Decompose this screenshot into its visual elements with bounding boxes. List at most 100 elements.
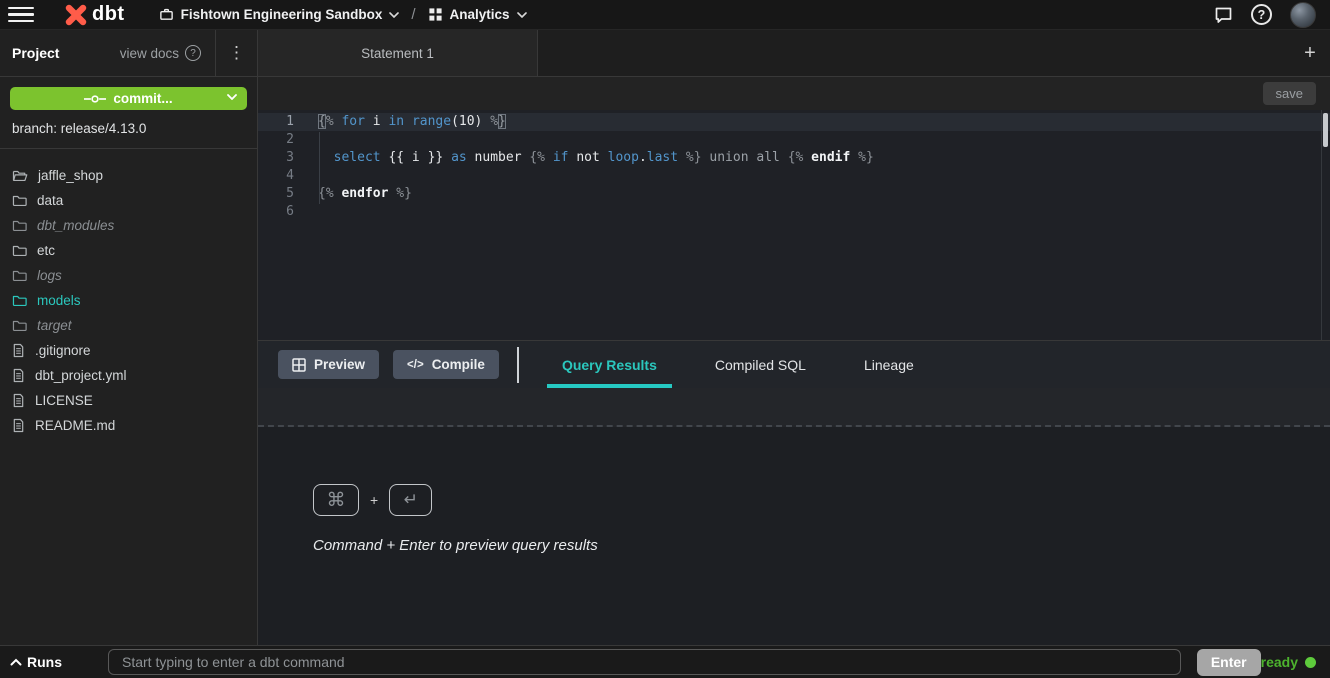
tree-item-.gitignore[interactable]: .gitignore bbox=[0, 338, 257, 363]
code-lines: 1{% for i in range(10) %}23 select {{ i … bbox=[258, 113, 1330, 221]
chevron-down-icon bbox=[517, 12, 527, 18]
results-tabs: Query Results Compiled SQL Lineage bbox=[533, 341, 943, 388]
results-toolbar: Preview </> Compile Query Results Compil… bbox=[258, 340, 1330, 388]
tab-query-results[interactable]: Query Results bbox=[533, 341, 686, 388]
save-button[interactable]: save bbox=[1263, 82, 1316, 105]
code-line-3[interactable]: 3 select {{ i }} as number {% if not loo… bbox=[258, 149, 1330, 167]
folder-icon bbox=[12, 269, 27, 282]
editor-column: Statement 1 + save 1{% for i in range(10… bbox=[258, 30, 1330, 645]
tree-item-label: jaffle_shop bbox=[38, 168, 103, 183]
line-number: 1 bbox=[258, 113, 294, 131]
help-button[interactable]: ? bbox=[1251, 4, 1272, 25]
enter-key-icon: ↵ bbox=[389, 484, 432, 516]
chat-button[interactable] bbox=[1214, 6, 1233, 24]
code-editor[interactable]: 1{% for i in range(10) %}23 select {{ i … bbox=[258, 110, 1330, 340]
help-circle-icon: ? bbox=[185, 45, 201, 61]
avatar bbox=[1290, 2, 1316, 28]
dbt-logo-text: dbt bbox=[92, 3, 125, 26]
grid-icon bbox=[428, 7, 443, 22]
enter-button[interactable]: Enter bbox=[1197, 649, 1261, 676]
code-line-6[interactable]: 6 bbox=[258, 203, 1330, 221]
dbt-cloud-ide: dbt Fishtown Engineering Sandbox / bbox=[0, 0, 1330, 678]
new-tab-button[interactable]: + bbox=[1290, 30, 1330, 76]
top-bar: dbt Fishtown Engineering Sandbox / bbox=[0, 0, 1330, 30]
line-number: 6 bbox=[258, 203, 294, 221]
runs-label: Runs bbox=[27, 654, 62, 670]
code-icon: </> bbox=[407, 359, 424, 371]
code-line-4[interactable]: 4 bbox=[258, 167, 1330, 185]
environment-name: Analytics bbox=[450, 7, 510, 22]
view-docs-button[interactable]: view docs ? bbox=[120, 30, 215, 76]
commit-button[interactable]: commit... bbox=[10, 87, 247, 110]
shortcut-keys: ⌘ + ↵ bbox=[313, 484, 1330, 516]
preview-button[interactable]: Preview bbox=[278, 350, 379, 379]
tree-item-data[interactable]: data bbox=[0, 188, 257, 213]
tree-item-label: .gitignore bbox=[35, 343, 91, 358]
runs-toggle[interactable]: Runs bbox=[10, 654, 108, 670]
tree-item-etc[interactable]: etc bbox=[0, 238, 257, 263]
tree-item-LICENSE[interactable]: LICENSE bbox=[0, 388, 257, 413]
hamburger-menu-icon[interactable] bbox=[8, 5, 34, 25]
chevron-up-icon bbox=[10, 658, 22, 666]
tree-item-label: dbt_project.yml bbox=[35, 368, 127, 383]
code-line-5[interactable]: 5{% endfor %} bbox=[258, 185, 1330, 203]
compile-button[interactable]: </> Compile bbox=[393, 350, 499, 379]
editor-scrollbar[interactable] bbox=[1321, 110, 1330, 340]
user-menu-button[interactable] bbox=[1290, 2, 1316, 28]
sidebar-header: Project view docs ? ⋮ bbox=[0, 30, 257, 77]
tree-item-label: target bbox=[37, 318, 72, 333]
code-text bbox=[294, 131, 318, 149]
environment-selector[interactable]: Analytics bbox=[428, 7, 527, 22]
tab-label: Compiled SQL bbox=[715, 357, 806, 373]
view-docs-label: view docs bbox=[120, 46, 179, 61]
tab-lineage[interactable]: Lineage bbox=[835, 341, 943, 388]
dbt-logo: dbt bbox=[64, 3, 125, 27]
chevron-down-icon bbox=[389, 12, 399, 18]
toolbar-divider bbox=[517, 347, 519, 383]
tree-item-label: README.md bbox=[35, 418, 115, 433]
tree-item-jaffle_shop[interactable]: jaffle_shop bbox=[0, 163, 257, 188]
tree-item-dbt_modules[interactable]: dbt_modules bbox=[0, 213, 257, 238]
shortcut-hint: ⌘ + ↵ Command + Enter to preview query r… bbox=[313, 484, 1330, 554]
tree-item-logs[interactable]: logs bbox=[0, 263, 257, 288]
editor-tab-bar: Statement 1 + bbox=[258, 30, 1330, 77]
code-line-1[interactable]: 1{% for i in range(10) %} bbox=[258, 113, 1330, 131]
git-commit-icon bbox=[84, 94, 106, 104]
sidebar-title: Project bbox=[0, 30, 59, 76]
tab-label: Statement 1 bbox=[361, 46, 434, 61]
chevron-down-icon bbox=[227, 94, 237, 100]
folder-icon bbox=[12, 319, 27, 332]
tab-statement-1[interactable]: Statement 1 bbox=[258, 30, 538, 76]
scrollbar-thumb[interactable] bbox=[1323, 113, 1328, 147]
tree-item-target[interactable]: target bbox=[0, 313, 257, 338]
command-key-icon: ⌘ bbox=[313, 484, 359, 516]
dbt-logo-icon bbox=[64, 3, 88, 27]
compile-label: Compile bbox=[432, 357, 485, 372]
dbt-command-input[interactable] bbox=[108, 649, 1181, 675]
tree-item-README.md[interactable]: README.md bbox=[0, 413, 257, 438]
briefcase-icon bbox=[159, 7, 174, 22]
command-bar: Runs Enter ready bbox=[0, 645, 1330, 678]
folder-icon bbox=[12, 294, 27, 307]
main-area: Project view docs ? ⋮ commit... bbox=[0, 30, 1330, 645]
tree-item-models[interactable]: models bbox=[0, 288, 257, 313]
git-section: commit... branch: release/4.13.0 bbox=[0, 77, 257, 149]
tree-item-dbt_project.yml[interactable]: dbt_project.yml bbox=[0, 363, 257, 388]
tree-item-label: dbt_modules bbox=[37, 218, 114, 233]
commit-label: commit... bbox=[113, 91, 172, 106]
sidebar: Project view docs ? ⋮ commit... bbox=[0, 30, 258, 645]
results-subheader bbox=[258, 388, 1330, 427]
code-line-2[interactable]: 2 bbox=[258, 131, 1330, 149]
tree-item-label: LICENSE bbox=[35, 393, 93, 408]
branch-label: branch: release/4.13.0 bbox=[10, 121, 247, 136]
account-selector[interactable]: Fishtown Engineering Sandbox bbox=[159, 7, 400, 22]
code-text: {% for i in range(10) %} bbox=[294, 113, 506, 131]
tree-item-label: data bbox=[37, 193, 63, 208]
editor-toolbar: save bbox=[258, 77, 1330, 110]
tab-compiled-sql[interactable]: Compiled SQL bbox=[686, 341, 835, 388]
sidebar-kebab-menu-icon[interactable]: ⋮ bbox=[215, 30, 257, 76]
chat-bubble-icon bbox=[1214, 6, 1233, 24]
file-icon bbox=[12, 418, 25, 433]
tab-label: Lineage bbox=[864, 357, 914, 373]
status-label: ready bbox=[1261, 654, 1298, 670]
